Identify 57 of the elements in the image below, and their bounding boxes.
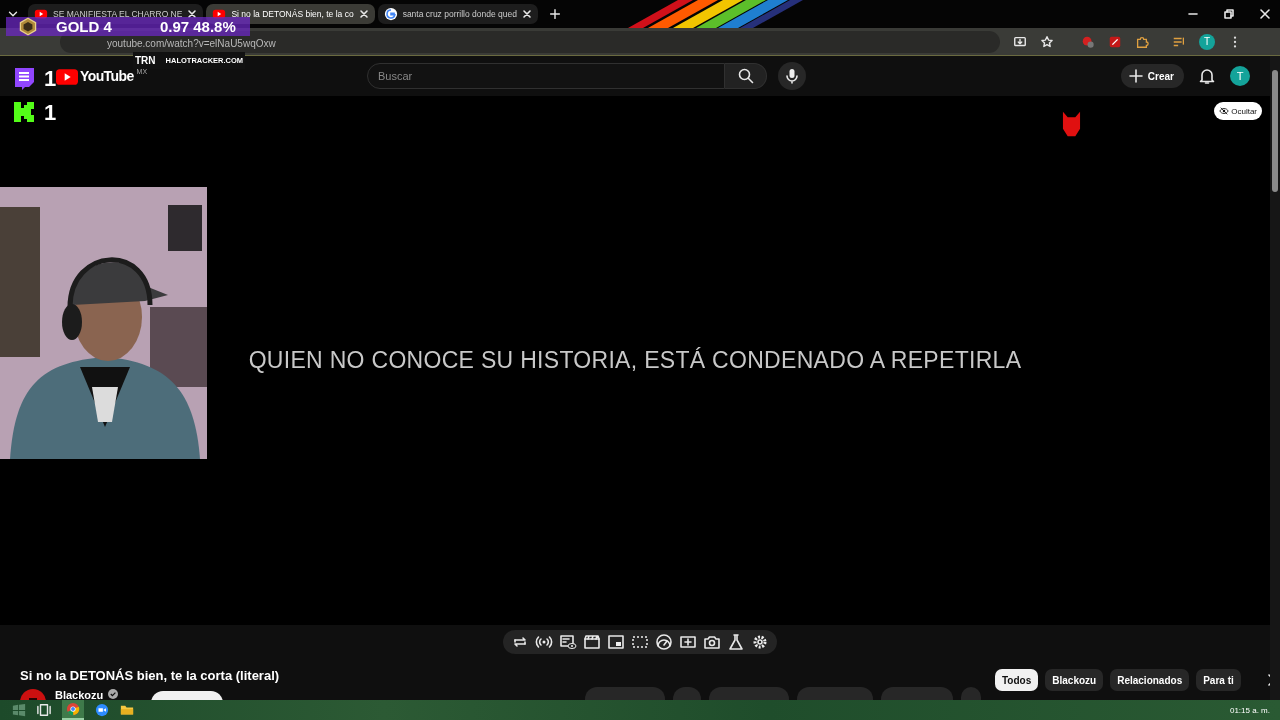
task-view-icon[interactable]: [37, 703, 51, 717]
filter-chip[interactable]: Para ti: [1196, 669, 1241, 691]
viewer-count: 1: [44, 102, 57, 124]
scrollbar-thumb[interactable]: [1272, 70, 1278, 192]
folder-icon[interactable]: [120, 703, 134, 717]
video-title: Si no la DETONÁS bien, te la corta (literal): [20, 668, 281, 684]
clock: 01:15 a. m.: [1229, 705, 1270, 715]
search-icon: [736, 67, 755, 85]
viewer-count: 1: [44, 68, 57, 90]
logo-text[interactable]: YouTube: [80, 67, 134, 84]
kick-logo-icon: [12, 100, 36, 124]
restore-icon[interactable]: [1223, 8, 1235, 20]
brand-text: TRN: [135, 55, 156, 66]
microphone-icon: [783, 67, 801, 85]
selection-icon[interactable]: [631, 633, 649, 651]
close-icon[interactable]: [1259, 8, 1271, 20]
chrome-icon: [66, 702, 80, 716]
browser-tab[interactable]: santa cruz porrillo donde qued: [377, 4, 538, 24]
star-icon[interactable]: [1040, 34, 1054, 49]
taskbar-item[interactable]: [62, 700, 84, 720]
eye-off-icon: [1219, 106, 1230, 116]
clapperboard-icon[interactable]: [583, 633, 601, 651]
bell-icon[interactable]: [1198, 67, 1216, 85]
rank-emblem-icon: [18, 17, 38, 36]
windows-logo-icon[interactable]: [12, 703, 26, 717]
install-icon[interactable]: [1013, 34, 1027, 49]
channel-name[interactable]: Blackozu: [55, 689, 104, 700]
search-field[interactable]: Buscar: [367, 63, 725, 89]
chat-bubble-icon: [12, 66, 36, 90]
scrollbar[interactable]: [1270, 56, 1280, 700]
puzzle-icon[interactable]: [1135, 34, 1149, 49]
enhance-icon[interactable]: [679, 633, 697, 651]
filter-chip[interactable]: Todos: [995, 669, 1039, 691]
picture-in-picture-icon[interactable]: [607, 633, 625, 651]
flask-icon[interactable]: [727, 633, 745, 651]
search-button[interactable]: [725, 63, 767, 89]
youtube-logo-icon: [56, 68, 78, 85]
mask-icon: [1062, 109, 1081, 139]
extension-icon[interactable]: [1108, 34, 1122, 49]
video-camera-icon[interactable]: [95, 703, 109, 717]
close-icon[interactable]: [522, 9, 532, 19]
camera-icon[interactable]: [703, 633, 721, 651]
google-favicon-icon: [383, 7, 398, 21]
close-icon[interactable]: [187, 9, 198, 19]
create-button[interactable]: Crear: [1120, 64, 1184, 88]
video-caption: QUIEN NO CONOCE SU HISTORIA, ESTÁ CONDENADO A REPETIRLA: [248, 347, 1022, 374]
speedometer-icon[interactable]: [655, 633, 673, 651]
plus-icon: [1128, 69, 1143, 83]
filter-chip[interactable]: Blackozu: [1045, 669, 1104, 691]
settings-icon[interactable]: [751, 633, 769, 651]
microphone-button[interactable]: [778, 62, 806, 90]
close-icon[interactable]: [358, 9, 369, 19]
hide-button[interactable]: Ocultar: [1214, 102, 1262, 120]
preview-icon[interactable]: [559, 633, 577, 651]
broadcast-icon[interactable]: [535, 633, 553, 651]
filter-chip[interactable]: Relacionados: [1110, 669, 1190, 691]
new-tab-icon[interactable]: [548, 7, 562, 21]
